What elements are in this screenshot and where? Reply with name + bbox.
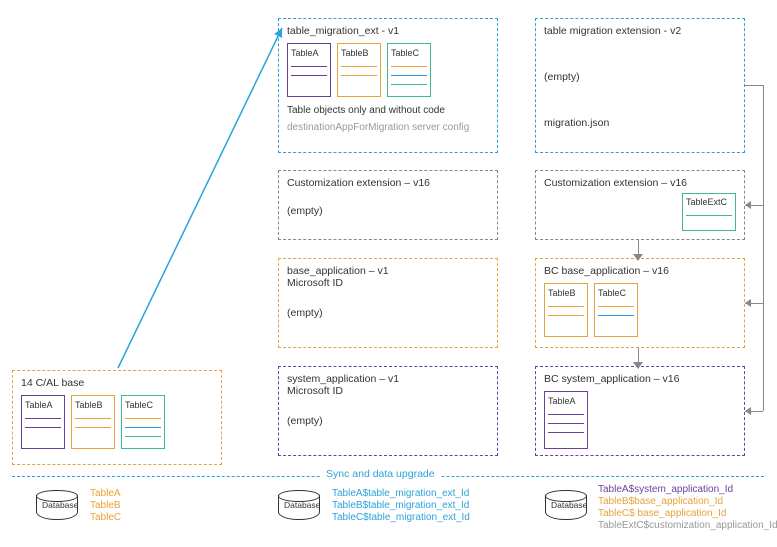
bc-sys-title: BC system_application – v16 xyxy=(544,373,736,385)
db3-line3: TableC$ base_application_Id xyxy=(598,508,777,520)
migration-v2-note: migration.json xyxy=(544,117,736,129)
migv1-note: destinationAppForMigration server config xyxy=(287,122,489,133)
table-a-label: TableA xyxy=(25,400,61,410)
sys-app-title: system_application – v1 xyxy=(287,373,489,385)
db3-tables: TableA$system_application_Id TableB$base… xyxy=(598,484,777,532)
db3: Database xyxy=(545,490,585,520)
database-icon: Database xyxy=(278,490,318,520)
table-a-mini: TableA xyxy=(21,395,65,449)
bc-base-table-b: TableB xyxy=(544,283,588,337)
migv1-table-c: TableC xyxy=(387,43,431,97)
arrow-down-icon xyxy=(633,254,643,261)
bc-sys-table-a: TableA xyxy=(544,391,588,449)
db2-line3: TableC$table_migration_ext_Id xyxy=(332,512,470,524)
db2: Database xyxy=(278,490,318,520)
db3-line2: TableB$base_application_Id xyxy=(598,496,777,508)
database-icon: Database xyxy=(36,490,76,520)
cust-v16-title: Customization extension – v16 xyxy=(287,177,489,189)
db1-line2: TableB xyxy=(90,500,121,512)
cal-tables-row: TableA TableB TableC xyxy=(21,395,213,449)
cust-v16-body: (empty) xyxy=(287,205,489,217)
bc-sys-table-a-label: TableA xyxy=(548,396,584,406)
bc-sys-tables: TableA xyxy=(544,391,736,449)
arrow-down-icon xyxy=(633,362,643,369)
cal-base-title: 14 C/AL base xyxy=(21,377,213,389)
base-app-body: (empty) xyxy=(287,307,489,319)
db2-line1: TableA$table_migration_ext_Id xyxy=(332,488,470,500)
sys-app-sub: Microsoft ID xyxy=(287,385,489,397)
migration-v2-box: table migration extension - v2 (empty) m… xyxy=(535,18,745,153)
bus-h1 xyxy=(745,85,763,86)
sys-app-box: system_application – v1 Microsoft ID (em… xyxy=(278,366,498,456)
migration-v2-body: (empty) xyxy=(544,71,736,83)
migv1-table-a-label: TableA xyxy=(291,48,327,58)
bc-base-tables: TableB TableC xyxy=(544,283,736,337)
db1-label: Database xyxy=(42,500,78,510)
migv1-caption: Table objects only and without code xyxy=(287,105,489,116)
sys-app-body: (empty) xyxy=(287,415,489,427)
migv1-table-b: TableB xyxy=(337,43,381,97)
migration-v1-box: table_migration_ext - v1 TableA TableB T… xyxy=(278,18,498,153)
base-app-title: base_application – v1 xyxy=(287,265,489,277)
bc-base-box: BC base_application – v16 TableB TableC xyxy=(535,258,745,348)
migration-v1-title: table_migration_ext - v1 xyxy=(287,25,489,37)
db3-line4: TableExtC$customization_application_Id xyxy=(598,520,777,532)
arrow-left-icon xyxy=(745,201,751,209)
migv1-table-b-label: TableB xyxy=(341,48,377,58)
db2-tables: TableA$table_migration_ext_Id TableB$tab… xyxy=(332,488,470,524)
bc-base-table-c-label: TableC xyxy=(598,288,634,298)
bus-vertical xyxy=(763,85,764,411)
table-c-label: TableC xyxy=(125,400,161,410)
db3-label: Database xyxy=(551,500,587,510)
db1-line3: TableC xyxy=(90,512,121,524)
table-b-label: TableB xyxy=(75,400,111,410)
base-app-sub: Microsoft ID xyxy=(287,277,489,289)
cust-v16-box: Customization extension – v16 (empty) xyxy=(278,170,498,240)
db3-line1: TableA$system_application_Id xyxy=(598,484,777,496)
bc-base-table-c: TableC xyxy=(594,283,638,337)
table-ext-c: TableExtC xyxy=(682,193,736,231)
migration-v2-title: table migration extension - v2 xyxy=(544,25,736,37)
db2-label: Database xyxy=(284,500,320,510)
db2-line2: TableB$table_migration_ext_Id xyxy=(332,500,470,512)
cust3-title: Customization extension – v16 xyxy=(544,177,736,189)
bc-base-title: BC base_application – v16 xyxy=(544,265,736,277)
migv1-table-a: TableA xyxy=(287,43,331,97)
db1-tables: TableA TableB TableC xyxy=(90,488,121,524)
db1-line1: TableA xyxy=(90,488,121,500)
base-app-box: base_application – v1 Microsoft ID (empt… xyxy=(278,258,498,348)
bc-sys-box: BC system_application – v16 TableA xyxy=(535,366,745,456)
table-b-mini: TableB xyxy=(71,395,115,449)
migv1-table-c-label: TableC xyxy=(391,48,427,58)
migration-v1-tables: TableA TableB TableC xyxy=(287,43,489,97)
arrow-left-icon xyxy=(745,299,751,307)
arrow-left-icon xyxy=(745,407,751,415)
db1: Database xyxy=(36,490,76,520)
cust3-box: Customization extension – v16 TableExtC xyxy=(535,170,745,240)
sync-label: Sync and data upgrade xyxy=(320,468,441,480)
cal-base-box: 14 C/AL base TableA TableB TableC xyxy=(12,370,222,465)
table-ext-c-label: TableExtC xyxy=(686,197,732,207)
bc-base-table-b-label: TableB xyxy=(548,288,584,298)
table-c-mini: TableC xyxy=(121,395,165,449)
database-icon: Database xyxy=(545,490,585,520)
